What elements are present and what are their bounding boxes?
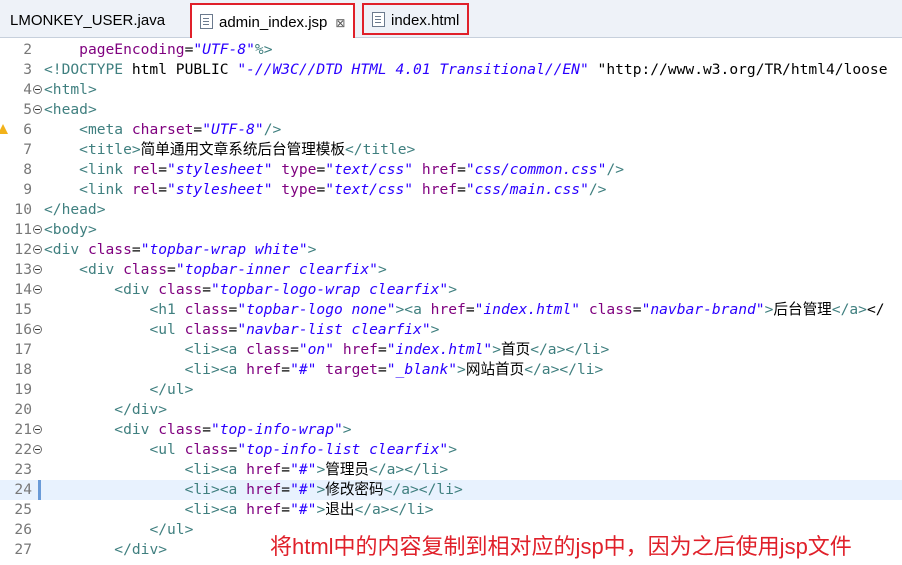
code-text: <div class="topbar-wrap white"> [44,241,317,258]
code-line[interactable]: 16 <ul class="navbar-list clearfix"> [0,320,902,340]
line-number: 27 [14,541,32,558]
code-text: </div> [114,401,168,418]
line-number: 7 [23,141,32,158]
line-number: 16 [14,321,32,338]
code-line[interactable]: 24 <li><a href="#">修改密码</a></li> [0,480,902,500]
html-file-icon [372,12,385,27]
line-number: 23 [14,461,32,478]
code-line[interactable]: 19 </ul> [0,380,902,400]
code-text: <div class="topbar-logo-wrap clearfix"> [114,281,458,298]
code-text: <li><a href="#">退出</a></li> [184,501,434,518]
code-text: <h1 class="topbar-logo none"><a href="in… [149,301,885,318]
code-text: <body> [44,221,97,238]
fold-toggle-icon[interactable] [33,225,42,234]
jsp-file-icon [200,14,213,29]
code-text: </ul> [149,521,194,538]
code-text: </ul> [149,381,194,398]
line-number: 9 [23,181,32,198]
fold-toggle-icon[interactable] [33,425,42,434]
warning-icon[interactable] [0,124,8,134]
line-number: 13 [14,261,32,278]
fold-toggle-icon[interactable] [33,445,42,454]
line-number: 19 [14,381,32,398]
tab-admin-index-jsp[interactable]: admin_index.jsp ⊠ [190,3,356,38]
code-line[interactable]: 9 <link rel="stylesheet" type="text/css"… [0,180,902,200]
code-text: <meta charset="UTF-8"/> [79,121,282,138]
line-number: 8 [23,161,32,178]
line-number: 22 [14,441,32,458]
fold-toggle-icon[interactable] [33,265,42,274]
tab-label: LMONKEY_USER.java [10,12,166,29]
annotation-note: 将html中的内容复制到相对应的jsp中，因为之后使用jsp文件 [270,534,852,559]
code-text: <div class="topbar-inner clearfix"> [79,261,387,278]
editor-tab-bar: LMONKEY_USER.java admin_index.jsp ⊠ index… [0,0,902,38]
code-text: </head> [44,201,106,218]
code-line[interactable]: 6 <meta charset="UTF-8"/> [0,120,902,140]
code-line[interactable]: 12 <div class="topbar-wrap white"> [0,240,902,260]
line-number: 18 [14,361,32,378]
line-number: 2 [23,41,32,58]
line-number: 14 [14,281,32,298]
code-text: <li><a href="#" target="_blank">网站首页</a>… [184,361,604,378]
tab-lmonkey-user-java[interactable]: LMONKEY_USER.java [2,9,165,33]
line-number: 3 [23,61,32,78]
code-text: <head> [44,101,97,118]
line-number: 21 [14,421,32,438]
fold-toggle-icon[interactable] [33,245,42,254]
code-line[interactable]: 3 <!DOCTYPE html PUBLIC "-//W3C//DTD HTML… [0,60,902,80]
code-line[interactable]: 14 <div class="topbar-logo-wrap clearfix… [0,280,902,300]
code-line[interactable]: 7 <title>简单通用文章系统后台管理模板</title> [0,140,902,160]
line-number: 15 [14,301,32,318]
code-line[interactable]: 25 <li><a href="#">退出</a></li> [0,500,902,520]
fold-toggle-icon[interactable] [33,85,42,94]
tab-index-html[interactable]: index.html [362,3,470,35]
code-text: <link rel="stylesheet" type="text/css" h… [79,161,625,178]
line-number: 24 [14,481,32,498]
fold-toggle-icon[interactable] [33,105,42,114]
fold-toggle-icon[interactable] [33,285,42,294]
fold-toggle-icon[interactable] [33,325,42,334]
code-line[interactable]: 8 <link rel="stylesheet" type="text/css"… [0,160,902,180]
code-text: <li><a href="#">管理员</a></li> [184,461,449,478]
code-text: <li><a href="#">修改密码</a></li> [184,481,463,498]
code-line[interactable]: 13 <div class="topbar-inner clearfix"> [0,260,902,280]
code-line[interactable]: 15 <h1 class="topbar-logo none"><a href=… [0,300,902,320]
code-text: <ul class="top-info-list clearfix"> [149,441,457,458]
close-tab-icon[interactable]: ⊠ [335,11,345,35]
code-line[interactable]: 18 <li><a href="#" target="_blank">网站首页<… [0,360,902,380]
line-number: 12 [14,241,32,258]
tab-label: index.html [391,12,460,29]
code-text: <div class="top-info-wrap"> [114,421,352,438]
code-line[interactable]: 21 <div class="top-info-wrap"> [0,420,902,440]
code-line[interactable]: 22 <ul class="top-info-list clearfix"> [0,440,902,460]
line-number: 5 [23,101,32,118]
code-line[interactable]: 20 </div> [0,400,902,420]
code-text: </div> [114,541,168,558]
line-number: 10 [14,201,32,218]
tab-label: admin_index.jsp [219,14,328,31]
code-text: pageEncoding="UTF-8"%> [79,41,273,58]
code-line[interactable]: 17 <li><a class="on" href="index.html">首… [0,340,902,360]
code-text: <link rel="stylesheet" type="text/css" h… [79,181,607,198]
line-number: 25 [14,501,32,518]
code-editor[interactable]: 2 pageEncoding="UTF-8"%> 3 <!DOCTYPE html … [0,38,902,565]
line-number: 11 [14,221,32,238]
code-text: <ul class="navbar-list clearfix"> [149,321,440,338]
code-text: <li><a class="on" href="index.html">首页</… [184,341,610,358]
code-text: <html> [44,81,97,98]
line-number: 20 [14,401,32,418]
line-number: 4 [23,81,32,98]
code-line[interactable]: 23 <li><a href="#">管理员</a></li> [0,460,902,480]
code-line[interactable]: 4 <html> [0,80,902,100]
code-line[interactable]: 5 <head> [0,100,902,120]
code-line[interactable]: 10 </head> [0,200,902,220]
code-text: <!DOCTYPE html PUBLIC "-//W3C//DTD HTML … [44,61,888,78]
change-marker-icon [38,480,41,500]
line-number: 17 [14,341,32,358]
code-line[interactable]: 2 pageEncoding="UTF-8"%> [0,40,902,60]
code-line[interactable]: 11 <body> [0,220,902,240]
code-text: <title>简单通用文章系统后台管理模板</title> [79,141,416,158]
line-number: 26 [14,521,32,538]
